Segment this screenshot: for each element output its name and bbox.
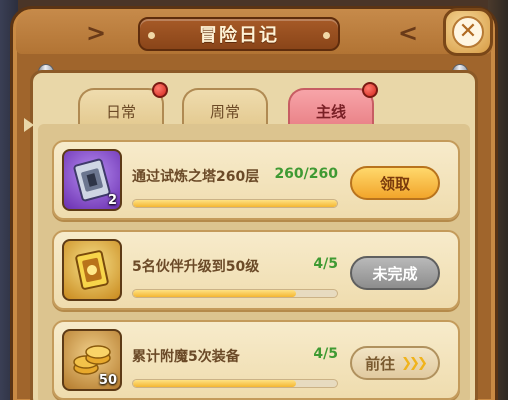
progress-fill xyxy=(133,200,337,207)
button-label: 前往 xyxy=(365,354,396,373)
quest-progress-text: 260/260 xyxy=(274,166,338,182)
tab-label: 日常 xyxy=(105,102,136,121)
quest-progress-bar xyxy=(132,199,338,208)
alert-dot-icon xyxy=(362,82,378,98)
close-button[interactable]: ✕ xyxy=(443,8,493,56)
quest-progress-bar xyxy=(132,379,338,388)
icon-count: 50 xyxy=(98,373,117,388)
arrow-right-icon: ❯❯❯ xyxy=(401,355,428,371)
left-chevron-icon: > xyxy=(86,19,107,47)
gold-coins-icon: 50 xyxy=(62,329,122,391)
quest-name: 5名伙伴升级到50级 xyxy=(132,259,260,275)
incomplete-button[interactable]: 未完成 xyxy=(350,256,440,290)
goto-button[interactable]: 前往 ❯❯❯ xyxy=(350,346,440,380)
quest-card: 50 累计附魔5次装备 4/5 前往 ❯❯❯ xyxy=(52,320,460,400)
progress-fill xyxy=(133,290,297,297)
tower-card-icon: 2 xyxy=(62,149,122,211)
quest-progress-text: 4/5 xyxy=(313,346,338,362)
page-title: 冒险日记 xyxy=(199,25,279,46)
quest-name: 通过试炼之塔260层 xyxy=(132,169,260,185)
quest-progress-bar xyxy=(132,289,338,298)
banner-rivet-icon xyxy=(323,32,330,39)
button-label: 未完成 xyxy=(372,264,418,283)
banner-rivet-icon xyxy=(148,32,155,39)
close-icon: ✕ xyxy=(452,16,484,48)
alert-dot-icon xyxy=(152,82,168,98)
title-banner: 冒险日记 xyxy=(138,17,340,51)
icon-count: 2 xyxy=(107,193,117,208)
progress-fill xyxy=(133,380,297,387)
quest-name: 累计附魔5次装备 xyxy=(132,349,240,365)
claim-button[interactable]: 领取 xyxy=(350,166,440,200)
tab-weekly[interactable]: 周常 xyxy=(182,88,268,128)
button-label: 领取 xyxy=(379,174,410,193)
tab-label: 主线 xyxy=(315,102,346,121)
quest-card: 2 通过试炼之塔260层 260/260 领取 xyxy=(52,140,460,220)
tab-daily[interactable]: 日常 xyxy=(78,82,168,128)
tab-label: 周常 xyxy=(209,102,240,121)
right-chevron-icon: < xyxy=(398,19,419,47)
gold-card-icon xyxy=(62,239,122,301)
quest-progress-text: 4/5 xyxy=(313,256,338,272)
tab-main[interactable]: 主线 xyxy=(288,82,378,128)
quest-card: 5名伙伴升级到50级 4/5 未完成 xyxy=(52,230,460,310)
